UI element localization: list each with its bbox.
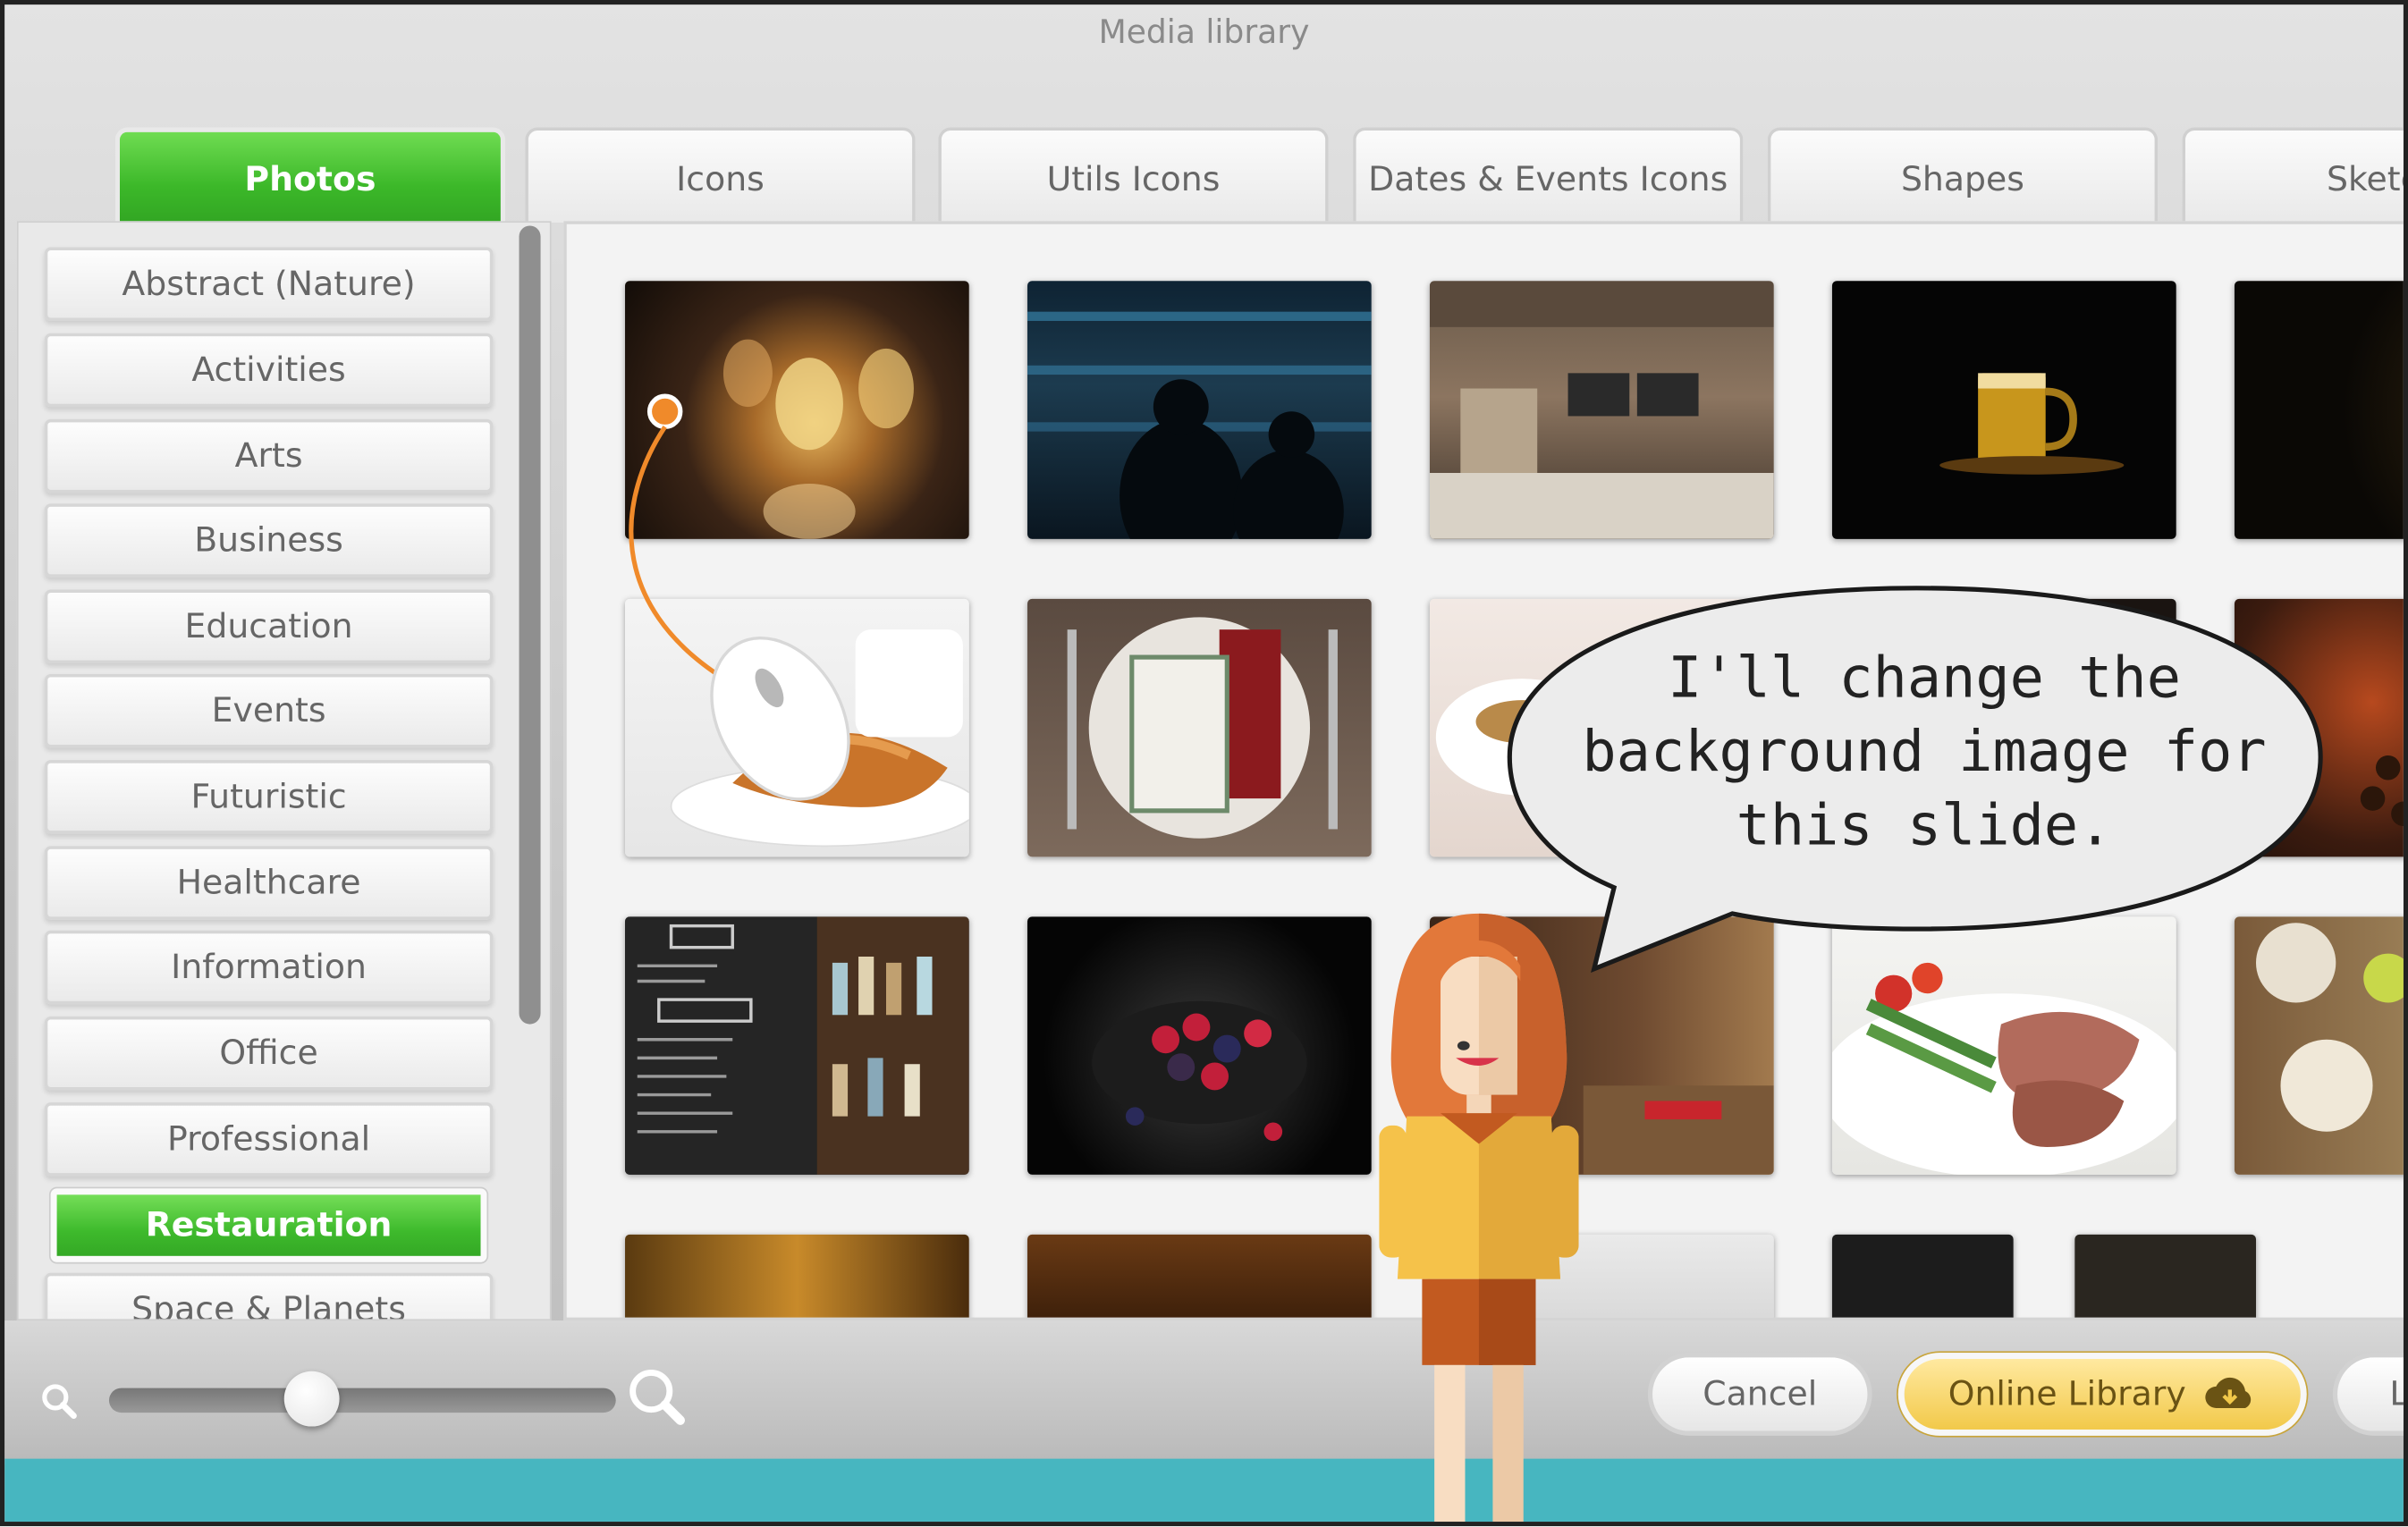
media-library-window: Media library Photos Icons Utils Icons D… bbox=[0, 0, 2408, 1527]
photo-thumbnail[interactable] bbox=[1027, 916, 1372, 1175]
category-events[interactable]: Events bbox=[44, 673, 494, 748]
online-library-button[interactable]: Online Library bbox=[1897, 1353, 2307, 1436]
category-healthcare[interactable]: Healthcare bbox=[44, 846, 494, 920]
photo-thumbnail[interactable] bbox=[1429, 281, 1774, 539]
photo-thumbnail[interactable] bbox=[1027, 598, 1372, 857]
category-professional[interactable]: Professional bbox=[44, 1102, 494, 1177]
cloud-download-icon bbox=[2206, 1377, 2252, 1408]
tab-photos[interactable]: Photos bbox=[114, 127, 506, 224]
category-scrollbar[interactable] bbox=[519, 225, 541, 1025]
photo-thumbnail[interactable] bbox=[2234, 281, 2404, 539]
speech-bubble-text: I'll change the background image for thi… bbox=[1571, 642, 2277, 863]
photo-thumbnail[interactable] bbox=[2074, 1234, 2257, 1318]
photo-thumbnail[interactable] bbox=[1831, 916, 2176, 1175]
photo-thumbnail[interactable] bbox=[625, 916, 969, 1175]
category-office[interactable]: Office bbox=[44, 1016, 494, 1091]
third-button[interactable]: L bbox=[2332, 1353, 2408, 1436]
zoom-in-icon[interactable] bbox=[625, 1365, 687, 1427]
zoom-slider-track[interactable] bbox=[108, 1388, 616, 1413]
category-activities[interactable]: Activities bbox=[44, 333, 494, 408]
photo-thumbnail[interactable] bbox=[1027, 1234, 1372, 1318]
online-library-label: Online Library bbox=[1948, 1375, 2186, 1413]
photo-thumbnail[interactable] bbox=[1831, 1234, 2014, 1318]
tab-dates-events-icons[interactable]: Dates & Events Icons bbox=[1353, 127, 1744, 224]
beer-mug-image bbox=[1939, 373, 2125, 475]
zoom-slider-handle[interactable] bbox=[283, 1371, 340, 1427]
category-list: Abstract (Nature) Activities Arts Busine… bbox=[16, 221, 552, 1321]
cafe-interior-image bbox=[1429, 281, 1774, 539]
tab-sketch[interactable]: Sketc bbox=[2182, 127, 2404, 224]
category-space-planets[interactable]: Space & Planets bbox=[44, 1272, 494, 1320]
christmas-table-image bbox=[1067, 617, 1338, 839]
bar-menu-chalkboard-image bbox=[625, 916, 969, 1175]
speech-line-2: background image for bbox=[1582, 718, 2267, 785]
presenter-character bbox=[1379, 913, 1579, 1523]
stage: Media library Photos Icons Utils Icons D… bbox=[0, 0, 2408, 1527]
category-restauration[interactable]: Restauration bbox=[50, 1188, 487, 1262]
category-futuristic[interactable]: Futuristic bbox=[44, 760, 494, 834]
category-information[interactable]: Information bbox=[44, 930, 494, 1005]
berries-image bbox=[1092, 1000, 1307, 1142]
photo-thumbnail[interactable] bbox=[2234, 916, 2404, 1175]
food-bowls-image bbox=[2256, 923, 2404, 1132]
speech-line-3: this slide. bbox=[1736, 792, 2113, 859]
tab-utils-icons[interactable]: Utils Icons bbox=[938, 127, 1329, 224]
cancel-label: Cancel bbox=[1702, 1375, 1818, 1413]
photo-thumbnail[interactable] bbox=[1831, 281, 2176, 539]
teal-strip bbox=[4, 1458, 2404, 1523]
zoom-out-icon[interactable] bbox=[38, 1380, 79, 1421]
tab-icons[interactable]: Icons bbox=[525, 127, 916, 224]
category-business[interactable]: Business bbox=[44, 503, 494, 578]
photo-thumbnail[interactable] bbox=[1027, 281, 1372, 539]
cancel-button[interactable]: Cancel bbox=[1647, 1353, 1872, 1436]
bar-silhouettes-image bbox=[1027, 311, 1372, 539]
speech-line-1: I'll change the bbox=[1668, 645, 2181, 712]
third-button-label: L bbox=[2389, 1375, 2408, 1413]
steak-salad-image bbox=[1831, 962, 2176, 1175]
tab-shapes[interactable]: Shapes bbox=[1767, 127, 2159, 224]
category-abstract-nature[interactable]: Abstract (Nature) bbox=[44, 247, 494, 321]
category-education[interactable]: Education bbox=[44, 589, 494, 663]
window-title: Media library bbox=[1098, 13, 1310, 51]
photo-thumbnail[interactable] bbox=[625, 1234, 969, 1318]
mouse-icon bbox=[629, 393, 850, 801]
category-arts[interactable]: Arts bbox=[44, 418, 494, 494]
